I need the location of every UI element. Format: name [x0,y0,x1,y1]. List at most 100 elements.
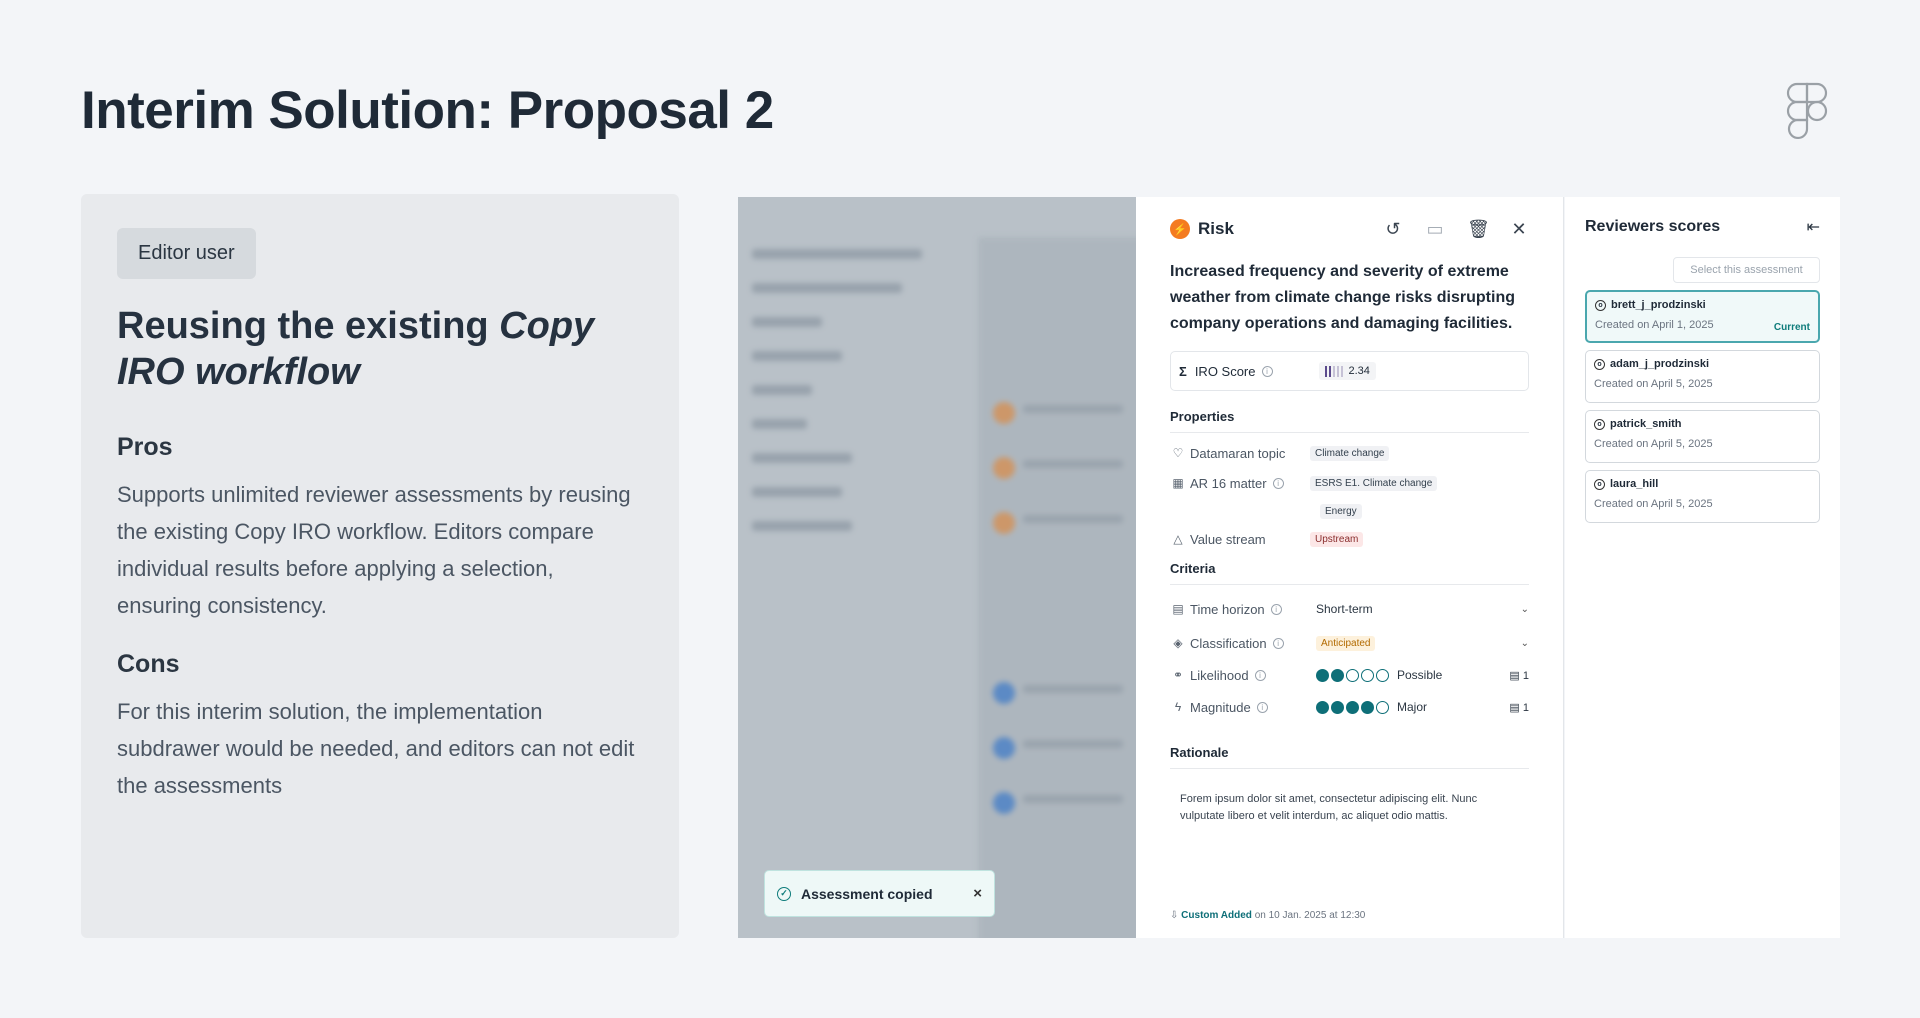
rating-dot[interactable] [1346,668,1359,682]
cons-title: Cons [117,650,180,678]
iro-score-box: Σ IRO Score i 2.34 [1170,351,1529,391]
sigma-icon: Σ [1179,363,1187,379]
select-assessment-button[interactable]: Select this assessment [1673,257,1820,283]
user-circle-icon: o [1594,418,1605,430]
comment-count[interactable]: ▤ 1 [1509,669,1529,682]
ar16-tag: Energy [1320,504,1362,519]
added-info: ⇩ Custom Added on 10 Jan. 2025 at 12:30 [1170,910,1366,921]
properties-title: Properties [1170,409,1529,433]
calendar-icon: ▤ [1172,602,1184,616]
topic-tag: Climate change [1310,445,1390,461]
value-stream-tag: Upstream [1310,531,1364,547]
reviewer-name: o laura_hill [1594,478,1811,490]
criteria-title: Criteria [1170,561,1529,585]
info-icon[interactable]: i [1256,701,1268,713]
classification-select[interactable]: Anticipated ⌄ [1310,635,1529,651]
reviewer-card[interactable]: o adam_j_prodzinski Created on April 5, 20… [1585,350,1820,403]
ar16-tag: ESRS E1. Climate change [1310,475,1438,491]
mountain-icon: △ [1173,532,1183,546]
iro-score-value: 2.34 [1348,365,1370,377]
datamaran-topic-row: ♡ Datamaran topic Climate change [1170,443,1529,463]
reviewers-panel: Reviewers scores ⇤ Select this assessmen… [1565,197,1840,938]
rating-dot[interactable] [1346,700,1359,714]
likelihood-rating[interactable] [1310,668,1389,682]
toast-close-button[interactable]: × [973,885,982,902]
magnitude-value: Major [1397,700,1428,714]
value-stream-row: △ Value stream Upstream [1170,529,1529,549]
iro-score-chip: 2.34 [1318,362,1376,380]
link-icon: ⚭ [1172,668,1184,682]
reviewer-card[interactable]: o laura_hill Created on April 5, 2025 [1585,470,1820,523]
editor-user-badge: Editor user [117,228,256,279]
proposal-card: Editor user Reusing the existing Copy IR… [81,194,679,938]
likelihood-value: Possible [1397,668,1443,682]
time-horizon-select[interactable]: Short-term ⌄ [1310,602,1529,616]
score-bar [1324,365,1327,377]
rating-dot[interactable] [1331,700,1344,714]
blurred-background-app: ✓ Assessment copied × [738,197,1136,938]
reviewer-card[interactable]: o patrick_smith Created on April 5, 2025 [1585,410,1820,463]
proposal-heading: Reusing the existing Copy IRO workflow [117,305,595,393]
time-horizon-row: ▤ Time horizon i Short-term ⌄ [1170,599,1529,619]
score-bar [1340,365,1343,377]
topic-icon: ♡ [1172,446,1184,460]
user-circle-icon: o [1594,358,1605,370]
assessment-copied-toast: ✓ Assessment copied × [764,870,995,917]
check-circle-icon: ✓ [777,886,791,901]
reviewer-date: Created on April 5, 2025 [1594,438,1713,450]
figma-logo-icon [1786,82,1828,140]
grid-icon: ▦ [1172,476,1184,490]
iro-drawer: ⚡ Risk ↺ ▭ 🗑 ✕ Increased frequency and s… [1136,197,1564,938]
undo-icon[interactable]: ↺ [1383,219,1403,240]
iro-score-label: IRO Score [1194,363,1256,379]
iro-description: Increased frequency and severity of extr… [1170,263,1515,332]
rationale-text: Forem ipsum dolor sit amet, consectetur … [1180,793,1478,822]
collapse-panel-icon[interactable]: ⇤ [1807,217,1820,237]
magnitude-rating[interactable] [1310,700,1389,714]
toast-message: Assessment copied [801,885,933,902]
reviewer-name: o adam_j_prodzinski [1594,358,1811,370]
reviewer-name: o brett_j_prodzinski [1595,299,1810,311]
rating-dot[interactable] [1331,668,1344,682]
reviewers-title: Reviewers scores [1585,218,1721,235]
tag-icon: ◈ [1173,636,1183,650]
close-drawer-icon[interactable]: ✕ [1509,219,1529,240]
risk-icon: ⚡ [1170,219,1190,239]
slide-title: Interim Solution: Proposal 2 [81,81,774,140]
bolt-icon: ϟ [1174,700,1182,714]
user-circle-icon: o [1594,478,1605,490]
cons-body: For this interim solution, the implement… [117,699,635,798]
presentation-icon[interactable]: ▭ [1425,219,1445,240]
iro-type-label: Risk [1198,219,1234,238]
rating-dot[interactable] [1361,668,1374,682]
pros-body: Supports unlimited reviewer assessments … [117,482,631,618]
chevron-down-icon: ⌄ [1520,637,1529,649]
info-icon[interactable]: i [1254,669,1266,681]
score-bar [1336,365,1339,377]
comment-count[interactable]: ▤ 1 [1509,701,1529,714]
reviewer-name: o patrick_smith [1594,418,1811,430]
rating-dot[interactable] [1376,668,1389,682]
info-icon[interactable]: i [1270,603,1282,615]
rationale-title: Rationale [1170,745,1529,769]
pros-title: Pros [117,433,173,461]
user-circle-icon: o [1595,299,1606,311]
rating-dot[interactable] [1376,700,1389,714]
score-bar [1332,365,1335,377]
delete-icon[interactable]: 🗑 [1467,219,1490,240]
ar16-row: ▦ AR 16 matter i ESRS E1. Climate change [1170,473,1529,493]
classification-row: ◈ Classification i Anticipated ⌄ [1170,633,1529,653]
info-icon[interactable]: i [1272,637,1284,649]
rating-dot[interactable] [1361,700,1374,714]
reviewer-date: Created on April 5, 2025 [1594,378,1713,390]
info-icon[interactable]: i [1272,477,1284,489]
iro-score-bars [1324,365,1343,377]
info-icon[interactable]: i [1261,365,1273,377]
chevron-down-icon: ⌄ [1520,603,1529,615]
app-screenshot: ✓ Assessment copied × ⚡ Risk ↺ ▭ 🗑 ✕ Inc… [738,197,1840,938]
reviewer-card[interactable]: o brett_j_prodzinski Created on April 1, 2… [1585,290,1820,343]
reviewer-date: Created on April 5, 2025 [1594,498,1713,510]
rating-dot[interactable] [1316,700,1329,714]
magnitude-row: ϟ Magnitude i Major ▤ 1 [1170,697,1529,717]
rating-dot[interactable] [1316,668,1329,682]
